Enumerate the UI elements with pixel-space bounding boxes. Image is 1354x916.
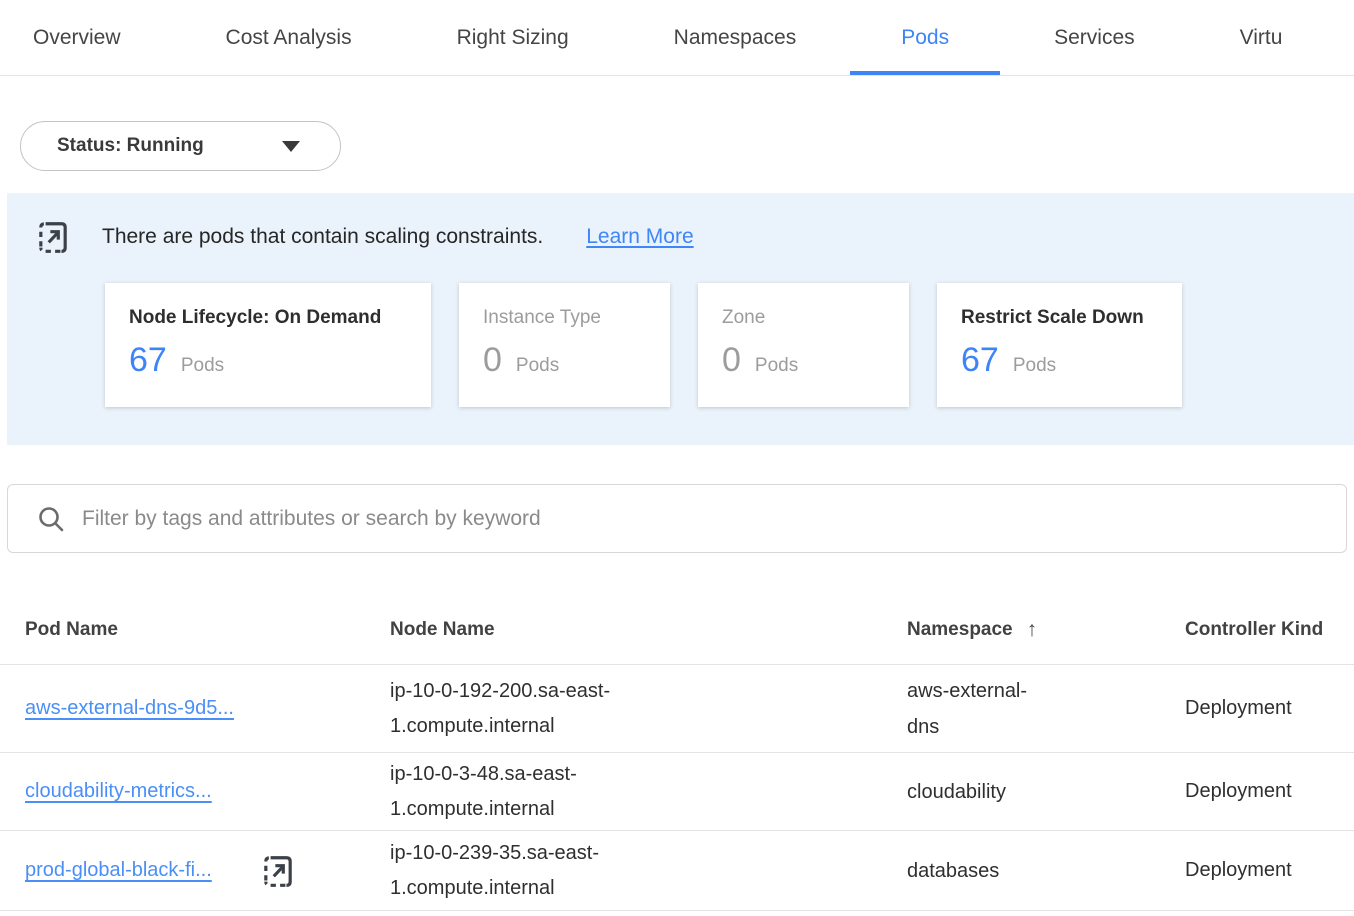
column-header-pod-name[interactable]: Pod Name <box>25 619 390 641</box>
card-title: Instance Type <box>483 307 642 329</box>
card-value: 67 <box>961 341 999 380</box>
status-filter-label: Status: Running <box>57 135 204 157</box>
scale-out-icon <box>262 853 294 889</box>
learn-more-link[interactable]: Learn More <box>586 225 693 249</box>
tab-bar: Overview Cost Analysis Right Sizing Name… <box>0 0 1354 76</box>
banner-message: There are pods that contain scaling cons… <box>102 225 543 249</box>
controller-kind-cell: Deployment <box>1185 780 1354 803</box>
card-value: 0 <box>722 341 741 380</box>
namespace-cell: cloudability <box>907 774 1057 810</box>
pod-name-link[interactable]: aws-external-dns-9d5... <box>25 697 234 720</box>
scaling-constraints-banner: There are pods that contain scaling cons… <box>7 193 1354 445</box>
tab-namespaces[interactable]: Namespaces <box>674 0 797 75</box>
tab-virtual[interactable]: Virtu <box>1240 0 1283 75</box>
controller-kind-cell: Deployment <box>1185 697 1354 720</box>
card-unit: Pods <box>516 355 559 377</box>
card-title: Restrict Scale Down <box>961 307 1154 329</box>
scale-out-icon <box>37 219 69 255</box>
namespace-cell: databases <box>907 853 1057 889</box>
card-title: Node Lifecycle: On Demand <box>129 307 403 329</box>
node-name-cell: ip-10-0-239-35.sa-east-1.compute.interna… <box>390 836 648 906</box>
card-unit: Pods <box>755 355 798 377</box>
filter-search-box <box>7 484 1347 553</box>
column-header-controller-kind[interactable]: Controller Kind <box>1185 619 1354 641</box>
tab-pods[interactable]: Pods <box>901 0 949 75</box>
status-filter-dropdown[interactable]: Status: Running <box>20 121 341 171</box>
search-input[interactable] <box>82 507 1346 531</box>
chevron-down-icon <box>282 141 300 152</box>
column-header-node-name[interactable]: Node Name <box>390 619 907 641</box>
search-icon <box>36 504 66 534</box>
card-value: 0 <box>483 341 502 380</box>
tab-cost-analysis[interactable]: Cost Analysis <box>226 0 352 75</box>
constraint-cards: Node Lifecycle: On Demand 67 Pods Instan… <box>105 283 1354 407</box>
sort-ascending-icon: ↑ <box>1027 618 1038 642</box>
card-node-lifecycle[interactable]: Node Lifecycle: On Demand 67 Pods <box>105 283 431 407</box>
column-header-namespace[interactable]: Namespace ↑ <box>907 618 1185 642</box>
namespace-cell: aws-external-dns <box>907 673 1057 745</box>
node-name-cell: ip-10-0-192-200.sa-east-1.compute.intern… <box>390 674 648 744</box>
card-value: 67 <box>129 341 167 380</box>
tab-right-sizing[interactable]: Right Sizing <box>457 0 569 75</box>
pod-name-link[interactable]: prod-global-black-fi... <box>25 859 212 882</box>
node-name-cell: ip-10-0-3-48.sa-east-1.compute.internal <box>390 757 648 827</box>
card-restrict-scale-down[interactable]: Restrict Scale Down 67 Pods <box>937 283 1182 407</box>
card-instance-type[interactable]: Instance Type 0 Pods <box>459 283 670 407</box>
card-unit: Pods <box>1013 355 1056 377</box>
pod-name-link[interactable]: cloudability-metrics... <box>25 780 212 803</box>
tab-overview[interactable]: Overview <box>33 0 121 75</box>
card-title: Zone <box>722 307 881 329</box>
table-body: aws-external-dns-9d5... ip-10-0-192-200.… <box>0 665 1354 911</box>
table-row: prod-global-black-fi... ip-10-0-239-35.s… <box>0 831 1354 911</box>
controller-kind-cell: Deployment <box>1185 859 1354 882</box>
card-unit: Pods <box>181 355 224 377</box>
tab-services[interactable]: Services <box>1054 0 1135 75</box>
card-zone[interactable]: Zone 0 Pods <box>698 283 909 407</box>
table-header: Pod Name Node Name Namespace ↑ Controlle… <box>0 596 1354 665</box>
table-row: cloudability-metrics... ip-10-0-3-48.sa-… <box>0 753 1354 831</box>
table-row: aws-external-dns-9d5... ip-10-0-192-200.… <box>0 665 1354 753</box>
